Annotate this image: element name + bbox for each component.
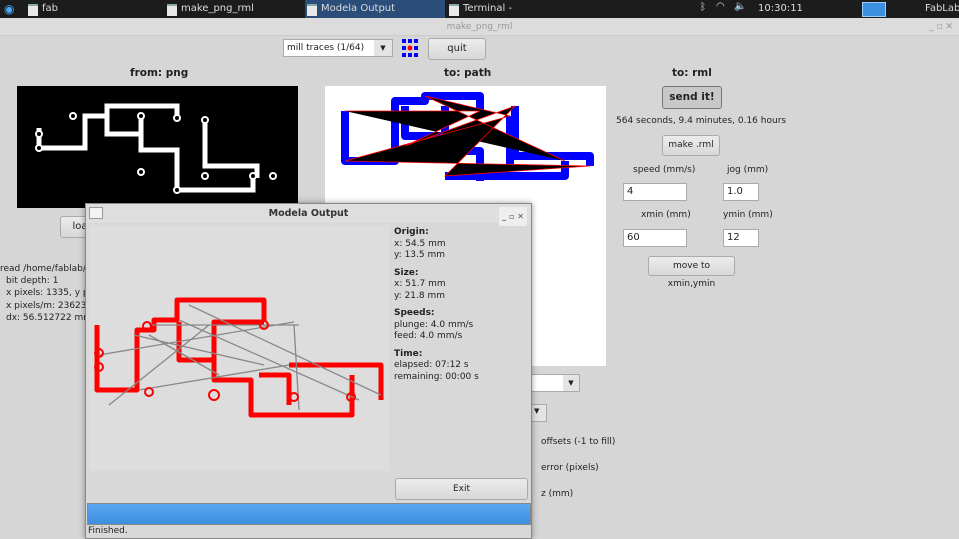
plunge-speed: plunge: 4.0 mm/s: [394, 319, 474, 330]
volume-icon[interactable]: 🔈: [734, 1, 746, 12]
window-title: make_png_rml _ ▫ ✕: [0, 18, 959, 36]
send-it-button[interactable]: send it!: [662, 86, 722, 109]
offsets-label: offsets (-1 to fill): [541, 437, 616, 447]
task-fab[interactable]: fab: [26, 0, 146, 18]
png-preview: [17, 86, 298, 208]
png-log: read /home/fablab/I bit depth: 1 x pixel…: [0, 263, 98, 324]
modela-info-panel: Origin: x: 54.5 mm y: 13.5 mm Size: x: 5…: [394, 221, 479, 383]
path-select-1[interactable]: ▼: [530, 374, 580, 392]
chevron-down-icon[interactable]: ▼: [534, 407, 539, 415]
jog-label: jog (mm): [727, 165, 769, 175]
clock[interactable]: 10:30:11: [758, 3, 803, 14]
task-terminal[interactable]: Terminal - fablab@fablab-...: [447, 0, 597, 32]
log-line: read /home/fablab/I: [0, 264, 89, 274]
z-label: z (mm): [541, 489, 574, 499]
user-label: FabLab: [925, 3, 959, 14]
toolpath-canvas: [89, 225, 389, 471]
window-controls[interactable]: _ ▫ ✕: [929, 18, 953, 36]
size-heading: Size:: [394, 267, 419, 278]
speed-input[interactable]: 4: [623, 183, 687, 201]
task-make-png-rml[interactable]: make_png_rml: [165, 0, 295, 18]
modela-output-window: Modela Output _ ▫ ✕ Origin: x: 54.5 mm y…: [85, 203, 532, 539]
feed-speed: feed: 4.0 mm/s: [394, 331, 463, 341]
origin-y: y: 13.5 mm: [394, 250, 445, 260]
modela-title: Modela Output: [268, 208, 349, 219]
make-rml-button[interactable]: make .rml: [662, 135, 720, 156]
chevron-down-icon[interactable]: ▼: [374, 40, 392, 56]
elapsed-time: elapsed: 07:12 s: [394, 360, 469, 370]
origin-x: x: 54.5 mm: [394, 238, 446, 249]
time-estimate: 564 seconds, 9.4 minutes, 0.16 hours: [616, 116, 787, 126]
mode-select-value: mill traces (1/64): [287, 43, 365, 53]
move-to-xmin-ymin-button[interactable]: move to xmin,ymin: [648, 256, 735, 289]
jog-input[interactable]: 1.0: [723, 183, 759, 201]
wifi-icon[interactable]: ◠: [716, 1, 725, 12]
path-select-2[interactable]: ▼: [530, 404, 547, 422]
bluetooth-icon[interactable]: ᛒ: [700, 2, 706, 13]
ymin-input[interactable]: 12: [723, 229, 759, 247]
ymin-label: ymin (mm): [723, 210, 773, 220]
window-controls[interactable]: _ ▫ ✕: [499, 207, 527, 226]
workspace-icon[interactable]: [862, 2, 886, 17]
task-modela-output[interactable]: Modela Output: [305, 0, 445, 18]
time-heading: Time:: [394, 348, 423, 359]
log-line: x pixels: 1335, y pix: [6, 288, 97, 299]
status-text: Finished.: [88, 526, 128, 536]
path-title: to: path: [444, 67, 492, 79]
exit-button[interactable]: Exit: [395, 478, 528, 500]
remaining-time: remaining: 00:00 s: [394, 371, 479, 382]
menu-icon[interactable]: ◉: [4, 2, 14, 16]
rml-title: to: rml: [672, 67, 712, 79]
error-label: error (pixels): [541, 463, 599, 473]
log-line: dx: 56.512722 mm,: [6, 312, 95, 323]
log-line: bit depth: 1: [6, 276, 59, 287]
window-title-text: make_png_rml: [446, 22, 513, 32]
progress-bar: [87, 503, 531, 525]
app-icon: [402, 39, 418, 57]
quit-button[interactable]: quit: [428, 38, 486, 60]
origin-heading: Origin:: [394, 227, 429, 237]
speeds-heading: Speeds:: [394, 308, 435, 318]
taskbar: ◉ fab make_png_rml Modela Output Termina…: [0, 0, 959, 32]
size-y: y: 21.8 mm: [394, 290, 445, 301]
png-title: from: png: [130, 67, 189, 79]
size-x: x: 51.7 mm: [394, 279, 446, 289]
xmin-input[interactable]: 60: [623, 229, 687, 247]
speed-label: speed (mm/s): [633, 165, 696, 175]
progress-fill: [88, 504, 530, 524]
xmin-label: xmin (mm): [641, 210, 691, 220]
chevron-down-icon[interactable]: ▼: [563, 375, 579, 391]
mode-select[interactable]: mill traces (1/64) ▼: [283, 39, 393, 57]
window-icon: [89, 207, 103, 219]
log-line: x pixels/m: 23623, y: [6, 300, 98, 311]
